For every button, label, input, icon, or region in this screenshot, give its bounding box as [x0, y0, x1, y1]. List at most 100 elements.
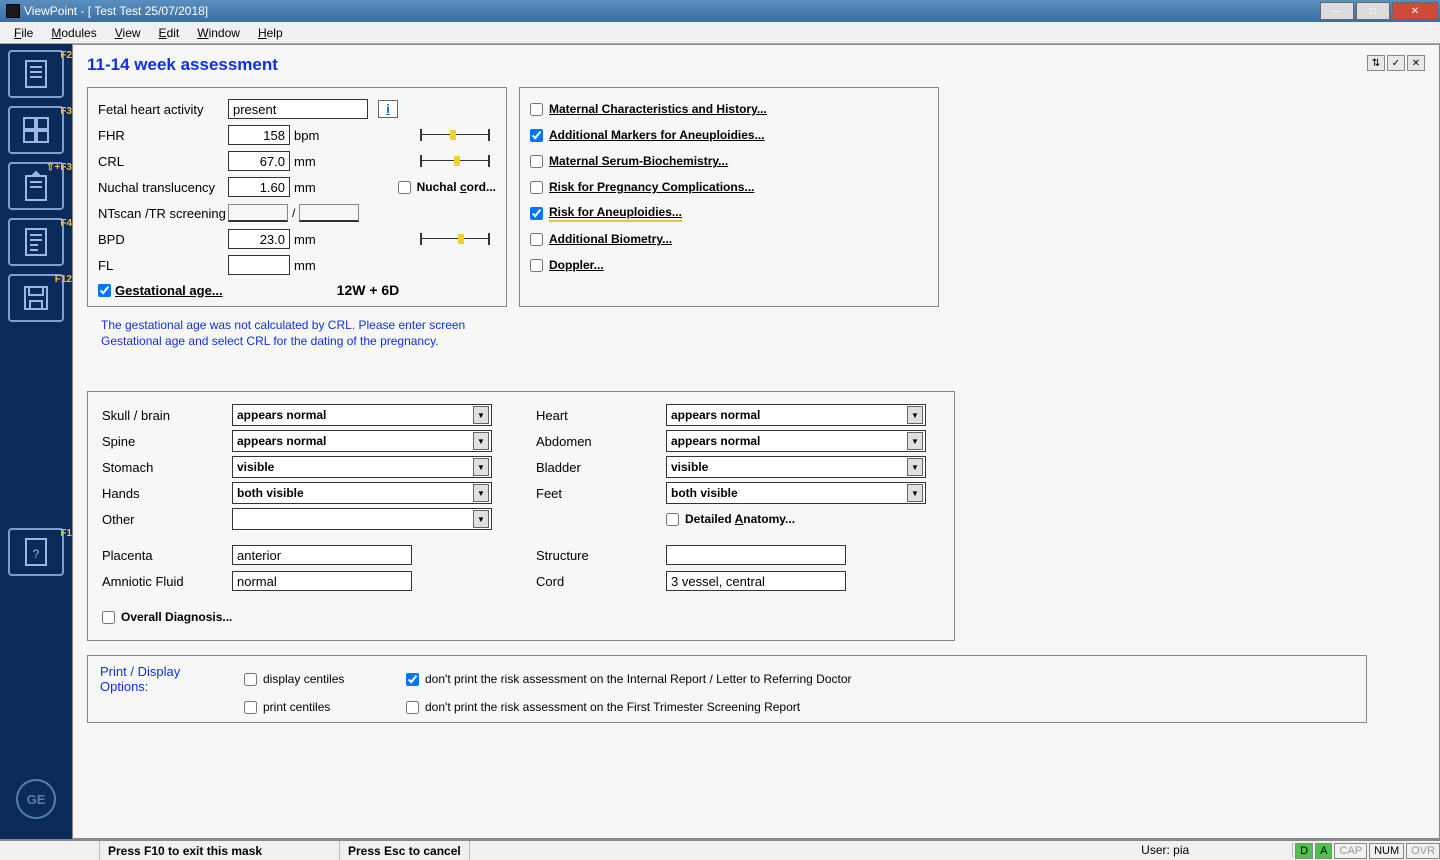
crl-slider[interactable]: [420, 155, 490, 167]
side-f3[interactable]: F3: [8, 106, 64, 154]
placenta-field[interactable]: anterior: [232, 545, 412, 565]
dropdown-icon: ▼: [907, 484, 923, 502]
side-f12[interactable]: F12: [8, 274, 64, 322]
report-icon: [22, 226, 50, 258]
lbl-add-markers[interactable]: Additional Markers for Aneuploidies...: [549, 128, 765, 142]
ge-logo-icon: GE: [16, 779, 56, 819]
menu-file[interactable]: File: [6, 24, 41, 42]
dropdown-icon: ▼: [473, 432, 489, 450]
overall-diag-check[interactable]: [102, 611, 115, 624]
fhr-unit: bpm: [294, 128, 324, 143]
title-action-2[interactable]: ✓: [1387, 55, 1405, 71]
maximize-button[interactable]: □: [1356, 2, 1390, 20]
dropdown-icon: ▼: [473, 458, 489, 476]
spine-label: Spine: [102, 434, 232, 449]
fhr-slider[interactable]: [420, 129, 490, 141]
crl-unit: mm: [294, 154, 324, 169]
chk-aneu-risk[interactable]: [530, 207, 543, 220]
abdomen-combo[interactable]: appears normal▼: [666, 430, 926, 452]
heart-label: Heart: [536, 408, 666, 423]
dropdown-icon: ▼: [907, 406, 923, 424]
bpd-unit: mm: [294, 232, 324, 247]
stomach-label: Stomach: [102, 460, 232, 475]
fhr-input[interactable]: [228, 125, 290, 145]
dropdown-icon: ▼: [907, 432, 923, 450]
nt-unit: mm: [294, 180, 324, 195]
nt-label: Nuchal translucency: [98, 180, 228, 195]
menu-window[interactable]: Window: [189, 24, 248, 42]
warning-text: The gestational age was not calculated b…: [101, 317, 1425, 349]
side-shift-f3[interactable]: ⇧+F3: [8, 162, 64, 210]
bpd-slider[interactable]: [420, 233, 490, 245]
feet-label: Feet: [536, 486, 666, 501]
no-internal-check[interactable]: [406, 673, 419, 686]
chk-doppler[interactable]: [530, 259, 543, 272]
spine-combo[interactable]: appears normal▼: [232, 430, 492, 452]
bpd-input[interactable]: [228, 229, 290, 249]
sidebar: F2 F3 ⇧+F3 F4 F12 F1 ? GE: [0, 44, 72, 839]
status-a: A: [1315, 843, 1332, 859]
crl-input[interactable]: [228, 151, 290, 171]
nt-input[interactable]: [228, 177, 290, 197]
menu-modules[interactable]: Modules: [43, 24, 104, 42]
lbl-serum[interactable]: Maternal Serum-Biochemistry...: [549, 154, 728, 168]
svg-text:?: ?: [33, 547, 40, 561]
heart-combo[interactable]: appears normal▼: [666, 404, 926, 426]
no-screening-check[interactable]: [406, 701, 419, 714]
side-f1[interactable]: F1 ?: [8, 528, 64, 576]
lbl-mat-char[interactable]: Maternal Characteristics and History...: [549, 102, 767, 116]
ntscan-input-1[interactable]: [228, 204, 288, 222]
structure-field[interactable]: [666, 545, 846, 565]
lbl-preg-comp[interactable]: Risk for Pregnancy Complications...: [549, 180, 754, 194]
print-label: Print / Display Options:: [100, 664, 232, 694]
document-icon: [22, 58, 50, 90]
fha-input[interactable]: [228, 99, 368, 119]
menu-view[interactable]: View: [107, 24, 149, 42]
menu-edit[interactable]: Edit: [151, 24, 188, 42]
nuchal-cord-check[interactable]: [398, 181, 411, 194]
status-f10: Press F10 to exit this mask: [100, 841, 340, 860]
chk-add-markers[interactable]: [530, 129, 543, 142]
skull-label: Skull / brain: [102, 408, 232, 423]
ntscan-input-2[interactable]: [299, 204, 359, 222]
fl-input[interactable]: [228, 255, 290, 275]
side-f4[interactable]: F4: [8, 218, 64, 266]
dropdown-icon: ▼: [907, 458, 923, 476]
bladder-combo[interactable]: visible▼: [666, 456, 926, 478]
dropdown-icon: ▼: [473, 406, 489, 424]
close-button[interactable]: ✕: [1392, 2, 1438, 20]
chk-mat-char[interactable]: [530, 103, 543, 116]
print-centiles-check[interactable]: [244, 701, 257, 714]
title-action-close[interactable]: ✕: [1407, 55, 1425, 71]
disp-centiles-check[interactable]: [244, 673, 257, 686]
lbl-aneu-risk[interactable]: Risk for Aneuploidies...: [549, 205, 682, 222]
hands-combo[interactable]: both visible▼: [232, 482, 492, 504]
chk-serum[interactable]: [530, 155, 543, 168]
nuchal-cord-label[interactable]: Nuchal cord...: [417, 180, 496, 194]
amniotic-field[interactable]: normal: [232, 571, 412, 591]
info-button[interactable]: i: [378, 100, 398, 118]
detailed-anatomy-label[interactable]: Detailed Anatomy...: [685, 512, 795, 526]
minimize-button[interactable]: —: [1320, 2, 1354, 20]
chk-add-biom[interactable]: [530, 233, 543, 246]
detailed-anatomy-check[interactable]: [666, 513, 679, 526]
feet-combo[interactable]: both visible▼: [666, 482, 926, 504]
lbl-doppler[interactable]: Doppler...: [549, 258, 604, 272]
ga-check[interactable]: [98, 284, 111, 297]
other-combo[interactable]: ▼: [232, 508, 492, 530]
ga-link[interactable]: Gestational age...: [115, 283, 223, 298]
status-num: NUM: [1369, 843, 1404, 859]
status-esc: Press Esc to cancel: [340, 841, 470, 860]
chk-preg-comp[interactable]: [530, 181, 543, 194]
lbl-add-biom[interactable]: Additional Biometry...: [549, 232, 672, 246]
stomach-combo[interactable]: visible▼: [232, 456, 492, 478]
side-f2[interactable]: F2: [8, 50, 64, 98]
title-action-1[interactable]: ⇅: [1367, 55, 1385, 71]
bladder-label: Bladder: [536, 460, 666, 475]
overall-diag-label[interactable]: Overall Diagnosis...: [121, 610, 232, 624]
fha-label: Fetal heart activity: [98, 102, 228, 117]
cord-field[interactable]: 3 vessel, central: [666, 571, 846, 591]
skull-combo[interactable]: appears normal▼: [232, 404, 492, 426]
dropdown-icon: ▼: [473, 510, 489, 528]
menu-help[interactable]: Help: [250, 24, 291, 42]
